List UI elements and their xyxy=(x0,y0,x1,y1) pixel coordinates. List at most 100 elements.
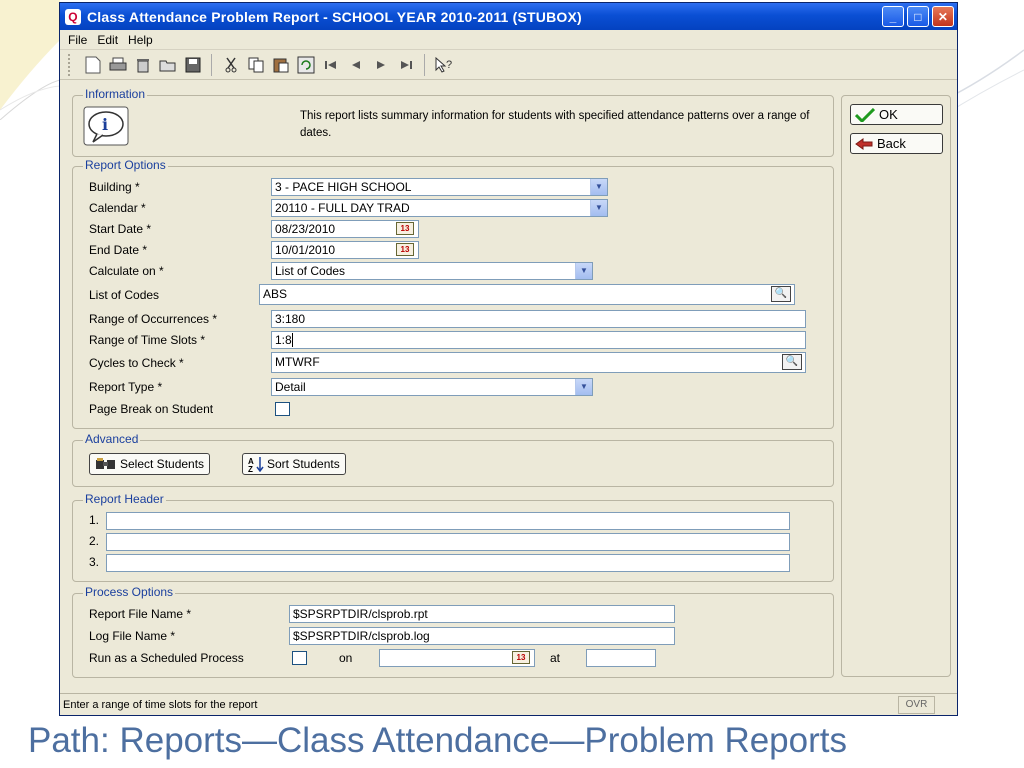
svg-text:Z: Z xyxy=(248,465,253,472)
cut-icon[interactable] xyxy=(220,54,241,75)
range-of-occurrences-input[interactable]: 3:180 xyxy=(271,310,806,328)
calendar-icon[interactable]: 13 xyxy=(396,222,414,235)
text-cursor xyxy=(291,333,297,347)
delete-icon[interactable] xyxy=(132,54,153,75)
list-of-codes-label: List of Codes xyxy=(89,288,160,302)
report-file-name-input[interactable]: $SPSRPTDIR/clsprob.rpt xyxy=(289,605,675,623)
title-bar[interactable]: Q Class Attendance Problem Report - SCHO… xyxy=(60,3,957,30)
at-label: at xyxy=(550,651,561,665)
report-header-legend: Report Header xyxy=(83,492,166,506)
chevron-down-icon[interactable]: ▼ xyxy=(575,379,592,395)
minimize-button[interactable]: _ xyxy=(882,6,904,27)
status-bar: Enter a range of time slots for the repo… xyxy=(60,693,957,715)
new-file-icon[interactable] xyxy=(82,54,103,75)
calculate-on-label: Calculate on * xyxy=(89,264,164,278)
report-type-value: Detail xyxy=(275,380,306,394)
open-icon[interactable] xyxy=(157,54,178,75)
refresh-icon[interactable] xyxy=(295,54,316,75)
header-line-1-input[interactable] xyxy=(106,512,790,530)
header-line-3-label: 3. xyxy=(89,555,100,569)
menu-help[interactable]: Help xyxy=(123,33,158,47)
header-line-3-input[interactable] xyxy=(106,554,790,572)
cycles-to-check-input[interactable]: MTWRF 🔍 xyxy=(271,352,806,373)
magnifier-icon[interactable]: 🔍 xyxy=(771,286,791,302)
ok-label: OK xyxy=(879,107,898,122)
page-break-checkbox[interactable] xyxy=(275,402,290,416)
print-icon[interactable] xyxy=(107,54,128,75)
report-type-label: Report Type * xyxy=(89,380,163,394)
back-arrow-icon xyxy=(855,137,873,150)
list-of-codes-value: ABS xyxy=(263,287,288,301)
window-title: Class Attendance Problem Report - SCHOOL… xyxy=(87,8,582,25)
scheduled-time-input[interactable] xyxy=(586,649,656,667)
next-record-icon[interactable] xyxy=(370,54,391,75)
first-record-icon[interactable] xyxy=(320,54,341,75)
status-message: Enter a range of time slots for the repo… xyxy=(63,699,258,711)
start-date-label: Start Date * xyxy=(89,222,152,236)
end-date-input[interactable]: 10/01/2010 13 xyxy=(271,241,419,259)
sort-icon: AZ xyxy=(248,457,264,472)
previous-record-icon[interactable] xyxy=(345,54,366,75)
calendar-select[interactable]: 20110 - FULL DAY TRAD ▼ xyxy=(271,199,608,217)
header-line-1-label: 1. xyxy=(89,513,100,527)
calculate-on-select[interactable]: List of Codes ▼ xyxy=(271,262,593,280)
on-label: on xyxy=(339,651,353,665)
information-legend: Information xyxy=(83,87,148,101)
close-button[interactable]: ✕ xyxy=(932,6,954,27)
svg-text:?: ? xyxy=(446,59,452,71)
toolbar-grip[interactable] xyxy=(68,53,72,76)
chevron-down-icon[interactable]: ▼ xyxy=(590,200,607,216)
start-date-input[interactable]: 08/23/2010 13 xyxy=(271,220,419,238)
process-options-legend: Process Options xyxy=(83,585,176,599)
building-select[interactable]: 3 - PACE HIGH SCHOOL ▼ xyxy=(271,178,608,196)
menu-file[interactable]: File xyxy=(63,33,92,47)
report-file-name-label: Report File Name * xyxy=(89,607,192,621)
header-line-2-label: 2. xyxy=(89,534,100,548)
range-of-occurrences-value: 3:180 xyxy=(275,312,306,326)
select-students-label: Select Students xyxy=(120,457,205,471)
report-type-select[interactable]: Detail ▼ xyxy=(271,378,593,396)
paste-icon[interactable] xyxy=(270,54,291,75)
building-value: 3 - PACE HIGH SCHOOL xyxy=(275,180,412,194)
calendar-icon[interactable]: 13 xyxy=(396,243,414,256)
select-students-button[interactable]: Select Students xyxy=(89,453,211,475)
overwrite-mode-indicator: OVR xyxy=(898,696,935,714)
checkmark-icon xyxy=(855,107,875,122)
calendar-icon[interactable]: 13 xyxy=(512,651,530,664)
copy-icon[interactable] xyxy=(245,54,266,75)
last-record-icon[interactable] xyxy=(395,54,416,75)
information-text: This report lists summary information fo… xyxy=(300,110,810,139)
header-line-2-input[interactable] xyxy=(106,533,790,551)
chevron-down-icon[interactable]: ▼ xyxy=(575,263,592,279)
list-of-codes-input[interactable]: ABS 🔍 xyxy=(259,284,795,305)
menu-edit[interactable]: Edit xyxy=(92,33,123,47)
building-label: Building * xyxy=(89,180,140,194)
help-pointer-icon[interactable]: ? xyxy=(433,54,454,75)
calendar-label: Calendar * xyxy=(89,201,146,215)
maximize-button[interactable]: □ xyxy=(907,6,929,27)
toolbar-separator xyxy=(424,53,425,76)
range-of-time-slots-label: Range of Time Slots * xyxy=(89,333,206,347)
save-icon[interactable] xyxy=(182,54,203,75)
information-group: Information i This report lists summary … xyxy=(72,87,834,157)
back-label: Back xyxy=(877,136,906,151)
toolbar-separator xyxy=(211,53,212,76)
scheduled-process-checkbox[interactable] xyxy=(292,651,307,665)
magnifier-icon[interactable]: 🔍 xyxy=(782,354,802,370)
range-of-time-slots-input[interactable]: 1:8 xyxy=(271,331,806,349)
back-button[interactable]: Back xyxy=(850,133,943,154)
report-options-group: Report Options Building * 3 - PACE HIGH … xyxy=(72,158,834,429)
scheduled-process-label: Run as a Scheduled Process xyxy=(89,651,244,665)
chevron-down-icon[interactable]: ▼ xyxy=(590,179,607,195)
sort-students-button[interactable]: AZ Sort Students xyxy=(242,453,346,475)
log-file-name-value: $SPSRPTDIR/clsprob.log xyxy=(293,629,430,643)
report-options-legend: Report Options xyxy=(83,158,168,172)
log-file-name-label: Log File Name * xyxy=(89,629,176,643)
scheduled-date-input[interactable]: 13 xyxy=(379,649,535,667)
advanced-legend: Advanced xyxy=(83,432,141,446)
menu-bar: File Edit Help xyxy=(60,30,957,50)
end-date-value: 10/01/2010 xyxy=(275,243,336,257)
action-panel: OK Back xyxy=(841,95,951,677)
log-file-name-input[interactable]: $SPSRPTDIR/clsprob.log xyxy=(289,627,675,645)
ok-button[interactable]: OK xyxy=(850,104,943,125)
